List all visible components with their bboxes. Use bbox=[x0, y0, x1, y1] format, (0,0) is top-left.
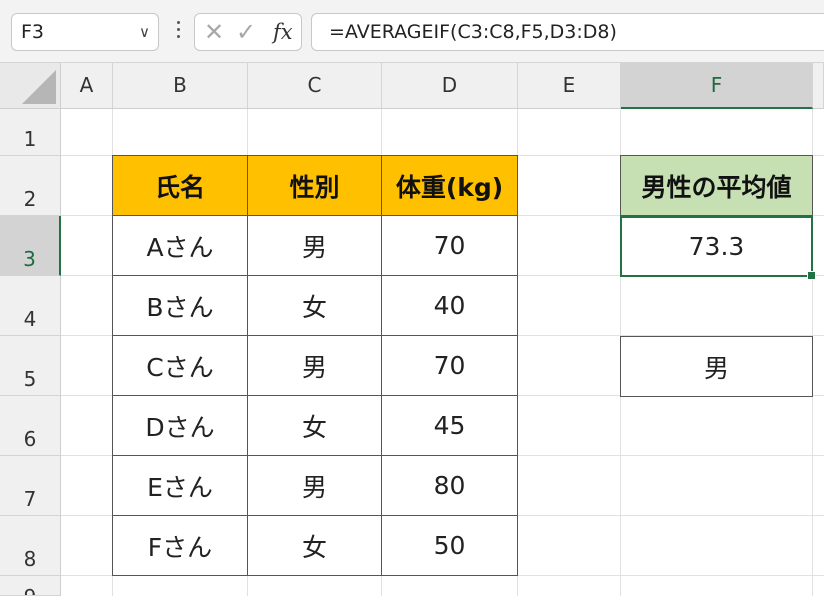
table-cell-weight[interactable]: 45 bbox=[381, 395, 518, 456]
criteria-cell[interactable]: 男 bbox=[620, 336, 813, 397]
table-cell-name[interactable]: Dさん bbox=[112, 395, 248, 456]
table-cell-weight[interactable]: 70 bbox=[381, 215, 518, 276]
column-header-e[interactable]: E bbox=[518, 63, 621, 109]
table-header-weight[interactable]: 体重(kg) bbox=[381, 155, 518, 216]
row-header-8[interactable]: 8 bbox=[0, 516, 61, 576]
formula-buttons: ✕ ✓ fx bbox=[194, 13, 302, 51]
row-header-1[interactable]: 1 bbox=[0, 109, 61, 156]
table-cell-gender[interactable]: 男 bbox=[247, 455, 382, 516]
select-all-button[interactable] bbox=[0, 63, 61, 109]
row-header-4[interactable]: 4 bbox=[0, 276, 61, 336]
table-header-gender[interactable]: 性別 bbox=[247, 155, 382, 216]
row-header-5[interactable]: 5 bbox=[0, 336, 61, 396]
name-box-value: F3 bbox=[21, 21, 45, 43]
table-cell-name[interactable]: Aさん bbox=[112, 215, 248, 276]
column-header-g[interactable] bbox=[813, 63, 824, 109]
table-cell-gender[interactable]: 女 bbox=[247, 515, 382, 576]
table-cell-weight[interactable]: 50 bbox=[381, 515, 518, 576]
table-cell-gender[interactable]: 男 bbox=[247, 215, 382, 276]
column-header-b[interactable]: B bbox=[113, 63, 248, 109]
table-cell-name[interactable]: Fさん bbox=[112, 515, 248, 576]
table-cell-name[interactable]: Cさん bbox=[112, 335, 248, 396]
row-header-6[interactable]: 6 bbox=[0, 396, 61, 456]
more-options-icon[interactable] bbox=[173, 19, 183, 45]
result-value-cell[interactable]: 73.3 bbox=[620, 216, 813, 277]
row-header-3[interactable]: 3 bbox=[0, 216, 61, 276]
formula-input[interactable]: =AVERAGEIF(C3:C8,F5,D3:D8) bbox=[311, 13, 824, 51]
column-header-a[interactable]: A bbox=[61, 63, 113, 109]
table-cell-name[interactable]: Bさん bbox=[112, 275, 248, 336]
table-cell-weight[interactable]: 70 bbox=[381, 335, 518, 396]
table-cell-name[interactable]: Eさん bbox=[112, 455, 248, 516]
table-cell-weight[interactable]: 40 bbox=[381, 275, 518, 336]
row-header-7[interactable]: 7 bbox=[0, 456, 61, 516]
table-cell-gender[interactable]: 女 bbox=[247, 275, 382, 336]
row-header-9[interactable]: 9 bbox=[0, 576, 61, 596]
column-header-f[interactable]: F bbox=[621, 63, 813, 109]
row-header-2[interactable]: 2 bbox=[0, 156, 61, 216]
x-icon[interactable]: ✕ bbox=[204, 17, 224, 47]
insert-function-button[interactable]: fx bbox=[273, 17, 293, 47]
select-all-triangle-icon bbox=[22, 70, 56, 104]
check-icon[interactable]: ✓ bbox=[236, 17, 256, 47]
result-label-cell[interactable]: 男性の平均値 bbox=[620, 155, 813, 216]
column-header-c[interactable]: C bbox=[248, 63, 382, 109]
fill-handle[interactable] bbox=[807, 271, 816, 280]
formula-bar: F3 ∨ ✕ ✓ fx =AVERAGEIF(C3:C8,F5,D3:D8) bbox=[0, 0, 824, 63]
column-header-d[interactable]: D bbox=[382, 63, 518, 109]
table-cell-gender[interactable]: 女 bbox=[247, 395, 382, 456]
table-cell-weight[interactable]: 80 bbox=[381, 455, 518, 516]
table-cell-gender[interactable]: 男 bbox=[247, 335, 382, 396]
name-box[interactable]: F3 ∨ bbox=[11, 13, 159, 51]
table-header-name[interactable]: 氏名 bbox=[112, 155, 248, 216]
chevron-down-icon[interactable]: ∨ bbox=[139, 14, 150, 50]
